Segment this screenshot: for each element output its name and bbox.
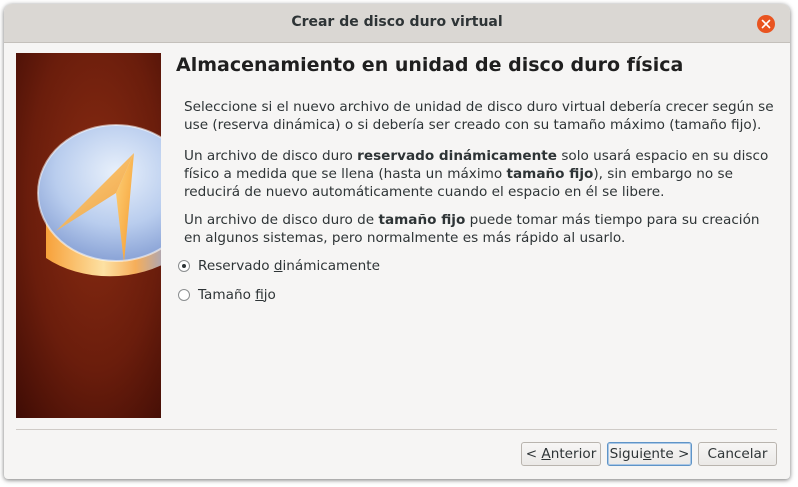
close-button[interactable] xyxy=(757,15,775,33)
button-separator xyxy=(16,429,777,430)
dialog-window: Crear de disco duro virtual Almacenamien… xyxy=(4,4,790,479)
back-button[interactable]: < Anterior xyxy=(521,442,601,466)
title-bar[interactable]: Crear de disco duro virtual xyxy=(4,4,790,43)
wizard-image xyxy=(16,53,161,418)
fixed-explanation-paragraph: Un archivo de disco duro de tamaño fijo … xyxy=(184,211,779,247)
radio-selected-dot xyxy=(182,264,186,268)
radio-fixed-label[interactable]: Tamaño fijo xyxy=(198,287,276,303)
paragraph-text: Un archivo de disco duro xyxy=(184,148,358,164)
page-title: Almacenamiento en unidad de disco duro f… xyxy=(176,54,684,76)
bold-term-fixed: tamaño fijo xyxy=(378,212,466,228)
window-title: Crear de disco duro virtual xyxy=(291,14,503,30)
next-button[interactable]: Siguiente > xyxy=(607,442,692,466)
radio-dynamic-label[interactable]: Reservado dinámicamente xyxy=(198,258,380,274)
radio-button-unselected[interactable] xyxy=(178,289,190,301)
bold-term-fixed: tamaño fijo xyxy=(506,166,594,182)
paragraph-text: Un archivo de disco duro de xyxy=(184,212,379,228)
bold-term-dynamic: reservado dinámicamente xyxy=(357,148,558,164)
dynamic-explanation-paragraph: Un archivo de disco duro reservado dinám… xyxy=(184,147,779,201)
radio-button-selected[interactable] xyxy=(178,260,190,272)
cancel-button[interactable]: Cancelar xyxy=(698,442,777,466)
description-paragraph: Seleccione si el nuevo archivo de unidad… xyxy=(184,99,774,133)
close-icon xyxy=(761,19,771,29)
